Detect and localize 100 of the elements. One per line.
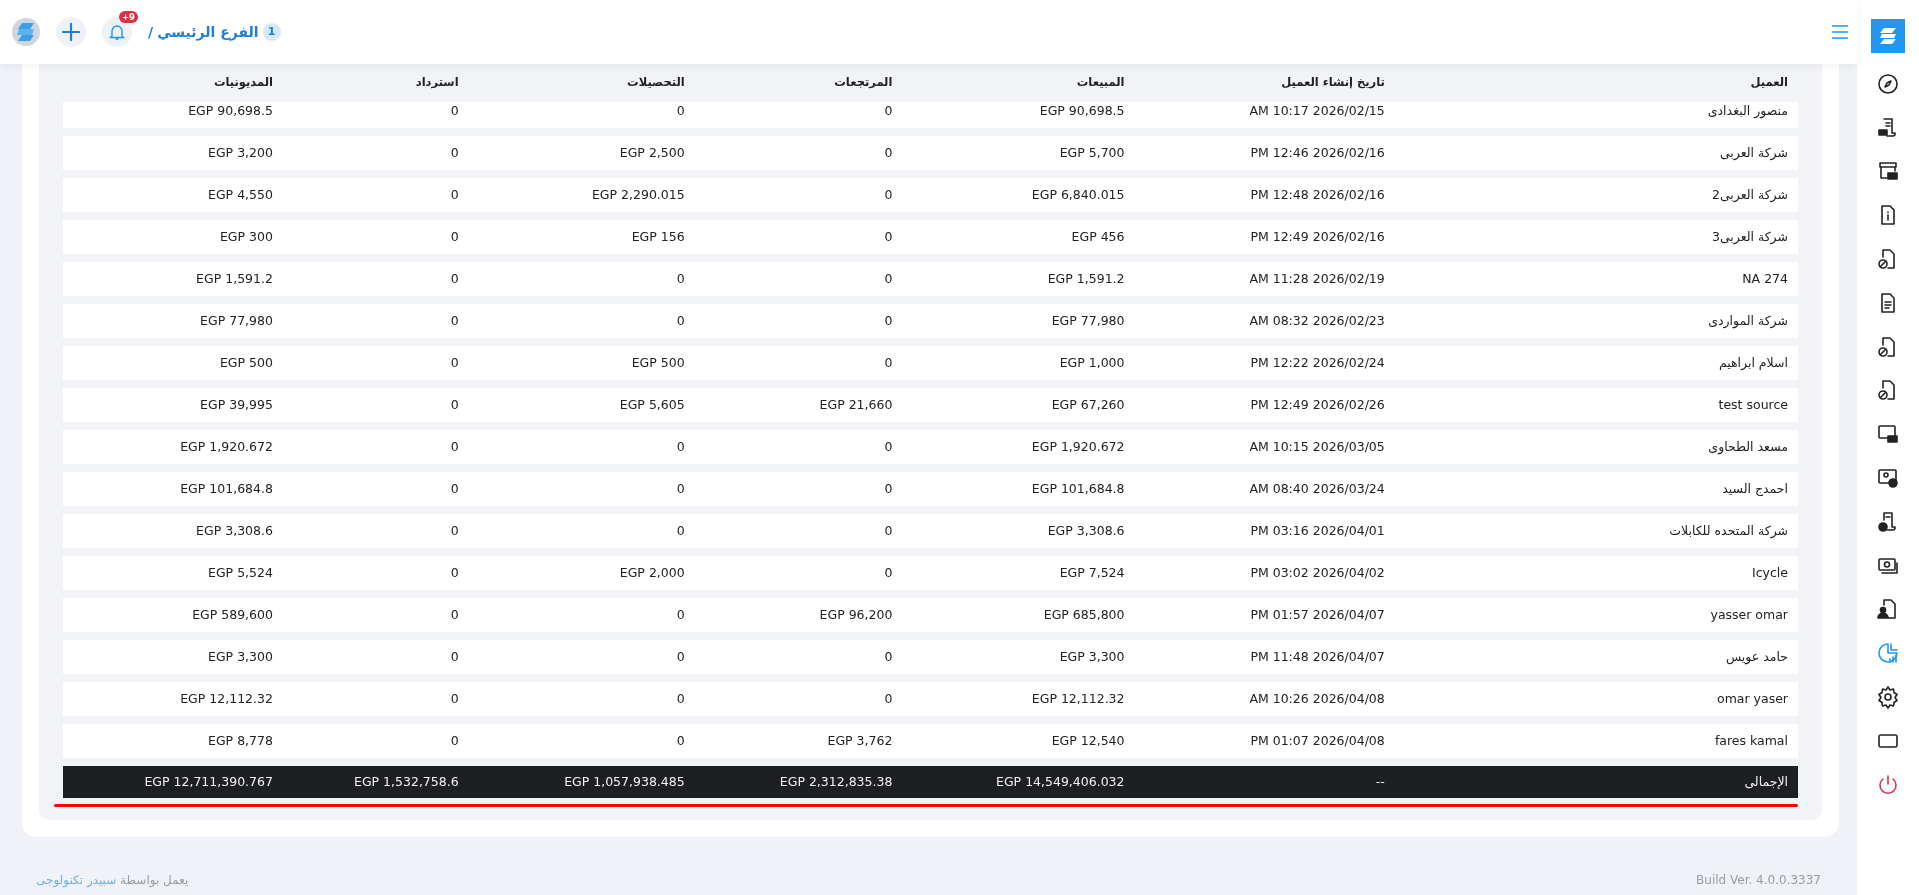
table-cell: 2026/02/26 12:49 PM	[1250, 396, 1385, 412]
table-cell: 0	[884, 648, 893, 664]
column-header[interactable]: المديونيات	[213, 75, 273, 90]
column-header[interactable]: استرداد	[415, 75, 459, 90]
table-cell: 0	[676, 270, 685, 286]
table-cell: 0	[450, 690, 459, 706]
table-cell: مسعد الطحاوى	[1708, 438, 1788, 454]
total-cell: EGP 1,057,938.485	[564, 773, 685, 789]
table-cell: شركة العربى	[1719, 144, 1788, 160]
table-cell: احمدج السيد	[1722, 480, 1788, 496]
table-cell: 0	[450, 648, 459, 664]
table-cell: 0	[676, 606, 685, 622]
table-cell: 0	[676, 438, 685, 454]
table-cell: 0	[450, 438, 459, 454]
table-cell: 0	[676, 103, 685, 118]
table-cell: EGP 6,840.015	[1031, 186, 1125, 202]
table-cell: EGP 1,920.672	[1031, 438, 1125, 454]
plus-icon	[62, 23, 80, 41]
table-cell: 2026/02/16 12:46 PM	[1250, 144, 1385, 160]
table-cell: Icycle	[1752, 564, 1788, 580]
table-cell: شركة العربى2	[1711, 186, 1788, 202]
table-cell: 2026/02/16 12:48 PM	[1250, 186, 1385, 202]
table-cell: EGP 5,524	[208, 564, 273, 580]
chart-icon[interactable]	[1876, 641, 1900, 666]
table-cell: 0	[884, 480, 893, 496]
table-cell: EGP 156	[631, 228, 685, 244]
table-cell: EGP 5,605	[619, 396, 685, 412]
table-cell: EGP 39,995	[200, 396, 273, 412]
table-cell: EGP 2,290.015	[591, 186, 685, 202]
table-cell: 0	[450, 228, 459, 244]
table-cell: 2026/04/07 11:48 PM	[1250, 648, 1385, 664]
table-cell: EGP 500	[219, 354, 273, 370]
table-cell: 0	[884, 690, 893, 706]
column-header[interactable]: المرتجعات	[834, 75, 893, 90]
table-cell: 0	[884, 270, 893, 286]
table-cell: 2026/03/05 10:15 AM	[1249, 438, 1385, 454]
table-cell: 0	[884, 228, 893, 244]
table-cell: EGP 77,980	[200, 312, 273, 328]
table-cell: 0	[884, 312, 893, 328]
table-cell: حامد عويس	[1725, 648, 1788, 664]
table-cell: EGP 2,500	[619, 144, 685, 160]
table-cell: 2026/04/08 01:07 PM	[1250, 732, 1385, 748]
total-cell: EGP 12,711,390.767	[144, 773, 273, 789]
table-cell: NA 274	[1742, 270, 1788, 286]
table-cell: EGP 3,300	[1059, 648, 1125, 664]
table-cell: EGP 90,698.5	[1039, 103, 1125, 118]
table-cell: 0	[884, 564, 893, 580]
table-cell: omar yaser	[1717, 690, 1788, 706]
table-cell: شركة المتحده للكابلات	[1669, 522, 1788, 538]
power-icon[interactable]	[1876, 772, 1900, 797]
table-cell: EGP 12,112.32	[180, 690, 273, 706]
table-cell: 0	[450, 480, 459, 496]
table-cell: EGP 300	[219, 228, 273, 244]
table-cell: EGP 456	[1071, 228, 1125, 244]
table-cell: اسلام ابراهيم	[1718, 354, 1788, 370]
table-cell: 2026/04/01 03:16 PM	[1250, 522, 1385, 538]
table-cell: منصور البغدادى	[1707, 103, 1788, 118]
table-cell: EGP 90,698.5	[188, 103, 273, 118]
table-cell: EGP 3,308.6	[1047, 522, 1125, 538]
table-cell: EGP 5,700	[1059, 144, 1125, 160]
table-cell: EGP 1,000	[1059, 354, 1125, 370]
table-cell: 0	[450, 564, 459, 580]
table-cell: 0	[450, 354, 459, 370]
table-cell: yasser omar	[1710, 606, 1788, 622]
column-header[interactable]: المبيعات	[1076, 75, 1125, 90]
table-cell: 0	[450, 103, 459, 118]
add-button[interactable]	[56, 17, 86, 47]
table-cell: EGP 67,260	[1051, 396, 1125, 412]
table-cell: EGP 589,600	[192, 606, 273, 622]
settings-icon[interactable]	[1876, 685, 1900, 710]
logo[interactable]	[12, 18, 40, 46]
table-cell: 0	[676, 480, 685, 496]
table-cell: 2026/04/07 01:57 PM	[1250, 606, 1385, 622]
table-cell: 0	[450, 312, 459, 328]
table-cell: شركة المواردى	[1708, 312, 1788, 328]
table-cell: 0	[676, 690, 685, 706]
branch-number: 1	[262, 23, 281, 41]
table-cell: 0	[450, 186, 459, 202]
table-cell: EGP 3,300	[208, 648, 273, 664]
table-cell: EGP 21,660	[819, 396, 893, 412]
id-card-icon[interactable]	[1876, 466, 1900, 491]
table-cell: 0	[450, 396, 459, 412]
table-cell: 2026/04/02 03:02 PM	[1250, 564, 1385, 580]
table-cell: 0	[884, 103, 893, 118]
table-cell: EGP 3,200	[208, 144, 273, 160]
table-cell: EGP 77,980	[1051, 312, 1125, 328]
table-cell: 0	[676, 732, 685, 748]
table-cell: 2026/02/15 10:17 AM	[1249, 103, 1385, 118]
compass-icon[interactable]	[1876, 71, 1900, 96]
table-cell: 0	[450, 270, 459, 286]
table-cell: 0	[450, 522, 459, 538]
column-header[interactable]: التحصيلات	[627, 75, 685, 90]
table-cell: EGP 8,778	[208, 732, 273, 748]
table-cell: 2026/02/19 11:28 AM	[1249, 270, 1385, 286]
branch-name[interactable]: الفرع الرئيسي	[157, 21, 259, 43]
column-header[interactable]: العميل	[1750, 75, 1788, 90]
table-cell: EGP 1,920.672	[180, 438, 273, 454]
column-header[interactable]: تاريخ إنشاء العميل	[1281, 75, 1385, 90]
logo[interactable]	[1871, 19, 1905, 53]
table-cell: 0	[676, 648, 685, 664]
